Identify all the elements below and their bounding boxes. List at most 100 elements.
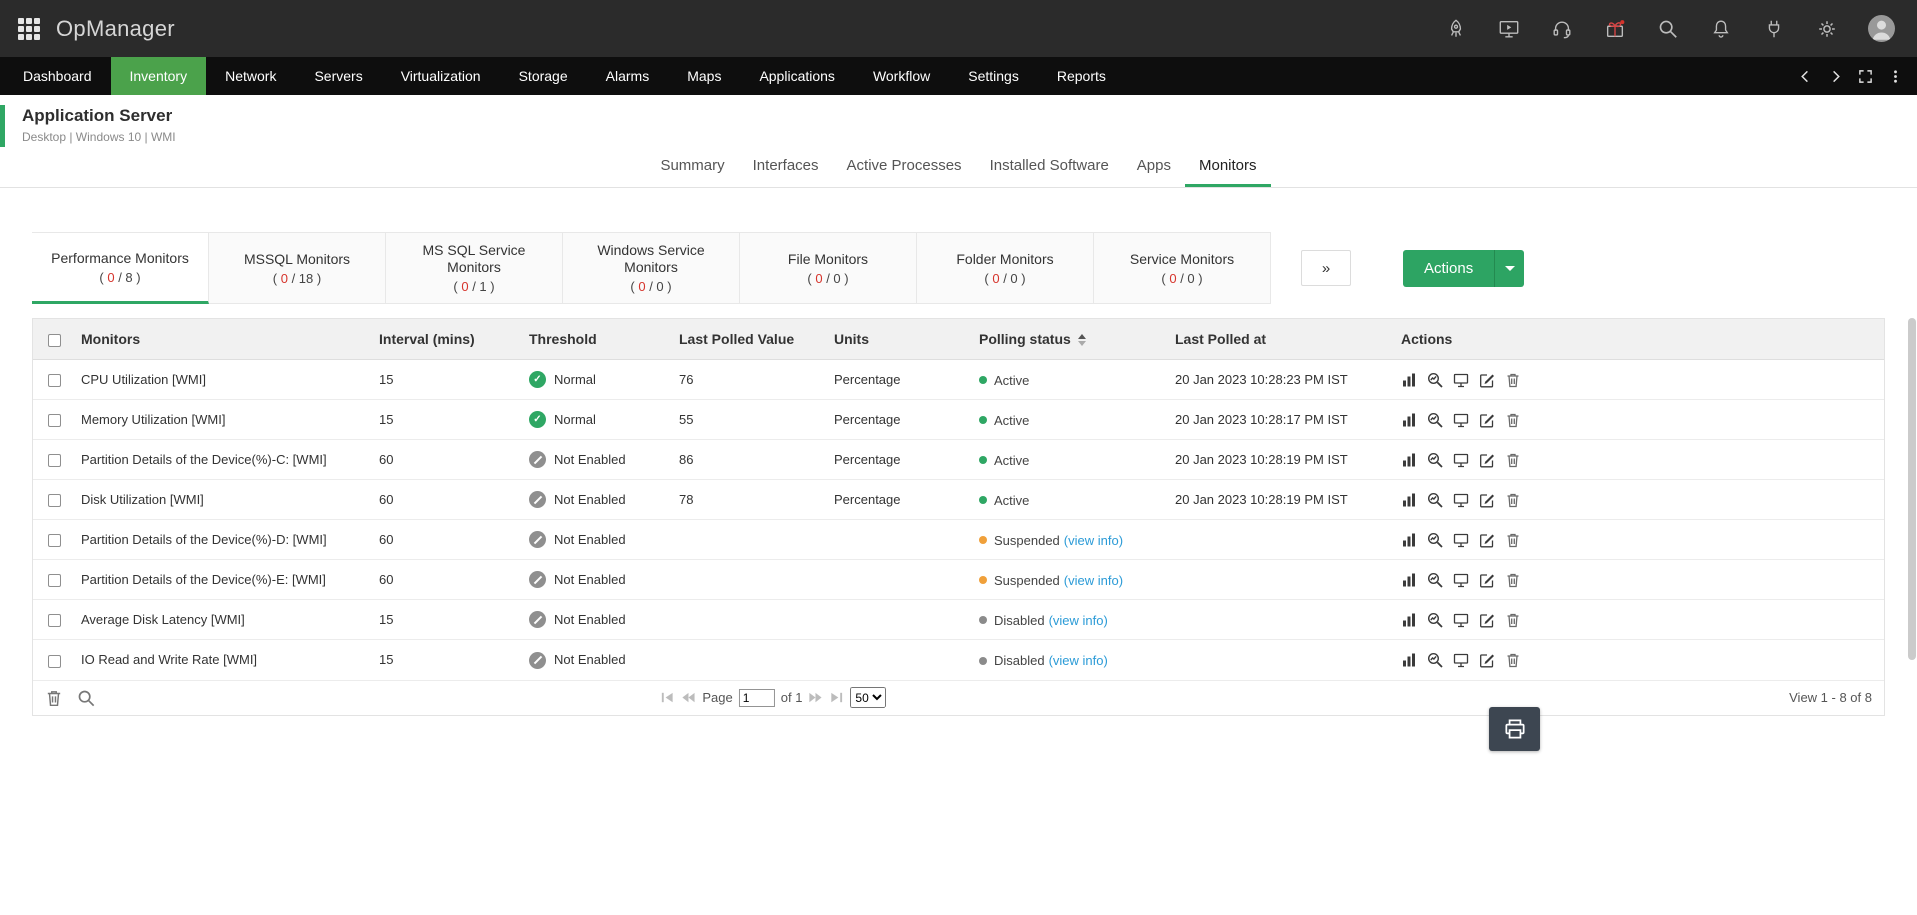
delete-icon[interactable] bbox=[1505, 612, 1521, 628]
view-info-link[interactable]: (view info) bbox=[1064, 573, 1123, 588]
nav-item[interactable]: Maps bbox=[668, 57, 740, 95]
device-tab[interactable]: Apps bbox=[1123, 146, 1185, 187]
whats-new-gift-icon[interactable] bbox=[1603, 17, 1627, 41]
zoom-report-icon[interactable] bbox=[1427, 452, 1443, 468]
monitor-type-tab[interactable]: MS SQL Service Monitors ( 0 / 1 ) bbox=[386, 232, 563, 304]
more-vertical-icon[interactable] bbox=[1885, 66, 1905, 86]
nav-item[interactable]: Servers bbox=[295, 57, 381, 95]
bar-chart-icon[interactable] bbox=[1401, 612, 1417, 628]
bar-chart-icon[interactable] bbox=[1401, 532, 1417, 548]
delete-icon[interactable] bbox=[1505, 652, 1521, 668]
plugin-icon[interactable] bbox=[1762, 17, 1786, 41]
zoom-report-icon[interactable] bbox=[1427, 372, 1443, 388]
device-tab[interactable]: Active Processes bbox=[833, 146, 976, 187]
bulk-delete-icon[interactable] bbox=[45, 689, 63, 707]
device-tab[interactable]: Summary bbox=[646, 146, 738, 187]
nav-item[interactable]: Network bbox=[206, 57, 295, 95]
zoom-report-icon[interactable] bbox=[1427, 532, 1443, 548]
monitor-type-tab[interactable]: MSSQL Monitors ( 0 / 18 ) bbox=[209, 232, 386, 304]
row-checkbox[interactable] bbox=[48, 374, 61, 387]
device-screen-icon[interactable] bbox=[1453, 372, 1469, 388]
nav-item[interactable]: Inventory bbox=[111, 57, 207, 95]
device-screen-icon[interactable] bbox=[1453, 612, 1469, 628]
monitor-type-tab[interactable]: File Monitors ( 0 / 0 ) bbox=[740, 232, 917, 304]
nav-item[interactable]: Alarms bbox=[587, 57, 669, 95]
monitor-type-tab[interactable]: Folder Monitors ( 0 / 0 ) bbox=[917, 232, 1094, 304]
row-checkbox[interactable] bbox=[48, 655, 61, 668]
bar-chart-icon[interactable] bbox=[1401, 412, 1417, 428]
delete-icon[interactable] bbox=[1505, 572, 1521, 588]
nav-item[interactable]: Virtualization bbox=[382, 57, 500, 95]
sort-icon[interactable] bbox=[1078, 334, 1086, 346]
device-screen-icon[interactable] bbox=[1453, 652, 1469, 668]
select-all-checkbox[interactable] bbox=[48, 334, 61, 347]
monitor-name[interactable]: Disk Utilization [WMI] bbox=[75, 480, 373, 520]
device-screen-icon[interactable] bbox=[1453, 572, 1469, 588]
delete-icon[interactable] bbox=[1505, 372, 1521, 388]
col-header-polling-status[interactable]: Polling status bbox=[973, 319, 1169, 360]
zoom-report-icon[interactable] bbox=[1427, 412, 1443, 428]
nav-scroll-left-icon[interactable] bbox=[1795, 66, 1815, 86]
edit-icon[interactable] bbox=[1479, 492, 1495, 508]
view-info-link[interactable]: (view info) bbox=[1049, 653, 1108, 668]
monitor-type-tab[interactable]: Windows Service Monitors ( 0 / 0 ) bbox=[563, 232, 740, 304]
monitor-name[interactable]: Partition Details of the Device(%)-E: [W… bbox=[75, 560, 373, 600]
device-tab[interactable]: Monitors bbox=[1185, 146, 1271, 187]
first-page-icon[interactable] bbox=[660, 690, 675, 705]
bar-chart-icon[interactable] bbox=[1401, 492, 1417, 508]
monitor-name[interactable]: Average Disk Latency [WMI] bbox=[75, 600, 373, 640]
nav-item[interactable]: Settings bbox=[949, 57, 1038, 95]
fullscreen-icon[interactable] bbox=[1855, 66, 1875, 86]
page-size-select[interactable]: 50 bbox=[850, 687, 886, 708]
nav-item[interactable]: Reports bbox=[1038, 57, 1125, 95]
nav-item[interactable]: Dashboard bbox=[4, 57, 111, 95]
row-checkbox[interactable] bbox=[48, 494, 61, 507]
previous-page-icon[interactable] bbox=[681, 690, 696, 705]
zoom-report-icon[interactable] bbox=[1427, 492, 1443, 508]
print-button[interactable] bbox=[1489, 707, 1540, 751]
monitor-type-tab[interactable]: Performance Monitors ( 0 / 8 ) bbox=[32, 232, 209, 304]
edit-icon[interactable] bbox=[1479, 572, 1495, 588]
delete-icon[interactable] bbox=[1505, 452, 1521, 468]
delete-icon[interactable] bbox=[1505, 412, 1521, 428]
bar-chart-icon[interactable] bbox=[1401, 652, 1417, 668]
row-checkbox[interactable] bbox=[48, 414, 61, 427]
device-tab[interactable]: Installed Software bbox=[976, 146, 1123, 187]
view-info-link[interactable]: (view info) bbox=[1049, 613, 1108, 628]
device-tab[interactable]: Interfaces bbox=[739, 146, 833, 187]
bar-chart-icon[interactable] bbox=[1401, 372, 1417, 388]
monitor-name[interactable]: CPU Utilization [WMI] bbox=[75, 360, 373, 400]
apps-grid-icon[interactable] bbox=[18, 18, 40, 40]
actions-caret[interactable] bbox=[1494, 250, 1524, 287]
zoom-report-icon[interactable] bbox=[1427, 612, 1443, 628]
row-checkbox[interactable] bbox=[48, 614, 61, 627]
delete-icon[interactable] bbox=[1505, 532, 1521, 548]
edit-icon[interactable] bbox=[1479, 652, 1495, 668]
nav-item[interactable]: Workflow bbox=[854, 57, 949, 95]
rocket-icon[interactable] bbox=[1444, 17, 1468, 41]
nav-item[interactable]: Storage bbox=[500, 57, 587, 95]
search-icon[interactable] bbox=[1656, 17, 1680, 41]
edit-icon[interactable] bbox=[1479, 412, 1495, 428]
zoom-report-icon[interactable] bbox=[1427, 572, 1443, 588]
view-info-link[interactable]: (view info) bbox=[1064, 533, 1123, 548]
live-demo-icon[interactable] bbox=[1497, 17, 1521, 41]
edit-icon[interactable] bbox=[1479, 452, 1495, 468]
row-checkbox[interactable] bbox=[48, 534, 61, 547]
nav-item[interactable]: Applications bbox=[740, 57, 854, 95]
next-page-icon[interactable] bbox=[808, 690, 823, 705]
actions-button-label[interactable]: Actions bbox=[1403, 250, 1494, 287]
device-screen-icon[interactable] bbox=[1453, 412, 1469, 428]
monitor-name[interactable]: Memory Utilization [WMI] bbox=[75, 400, 373, 440]
user-avatar[interactable] bbox=[1868, 15, 1895, 42]
settings-gear-icon[interactable] bbox=[1815, 17, 1839, 41]
actions-dropdown-button[interactable]: Actions bbox=[1403, 250, 1524, 287]
more-tabs-button[interactable]: » bbox=[1301, 250, 1351, 286]
row-checkbox[interactable] bbox=[48, 574, 61, 587]
bar-chart-icon[interactable] bbox=[1401, 572, 1417, 588]
nav-scroll-right-icon[interactable] bbox=[1825, 66, 1845, 86]
table-search-icon[interactable] bbox=[77, 689, 95, 707]
device-screen-icon[interactable] bbox=[1453, 532, 1469, 548]
row-checkbox[interactable] bbox=[48, 454, 61, 467]
device-screen-icon[interactable] bbox=[1453, 452, 1469, 468]
